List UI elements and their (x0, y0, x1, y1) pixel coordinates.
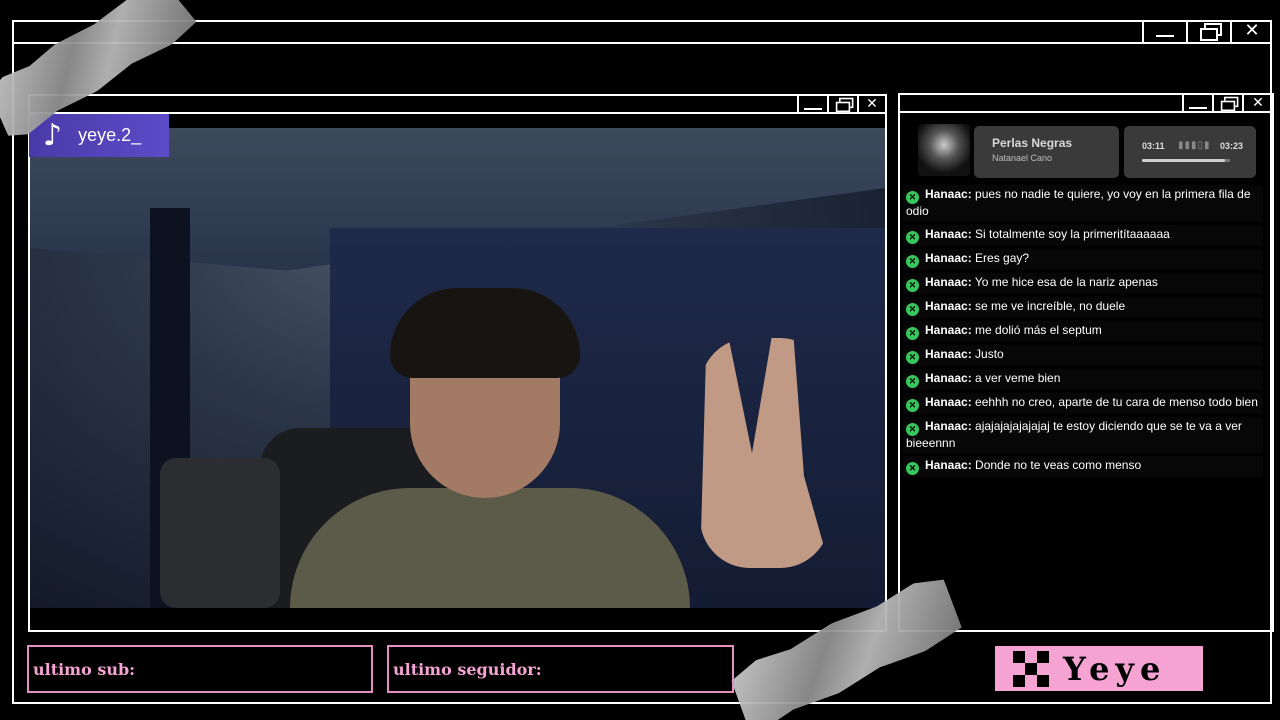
camera-close-icon: ✕ (857, 96, 885, 112)
camera-minimize-icon (797, 96, 827, 112)
chat-badge-icon: ✕ (906, 302, 919, 316)
chat-text: Yo me hice esa de la nariz apenas (974, 274, 1158, 289)
song-title: Perlas Negras (992, 136, 1073, 150)
camera-maximize-icon (827, 96, 857, 112)
chat-username: Hanaac: (925, 250, 972, 265)
streamer-username: yeye.2_ (78, 125, 142, 145)
chat-close-icon: ✕ (1242, 95, 1272, 111)
chat-message-list: ✕ Hanaac: pues no nadie te quiere, yo voy… (903, 185, 1263, 480)
chat-message: ✕ Hanaac: Justo (903, 344, 1263, 366)
last-follower-label: ultimo seguidor: (393, 659, 542, 679)
chat-message: ✕ Hanaac: a ver veme bien (903, 368, 1263, 390)
chat-username: Hanaac: (925, 394, 972, 409)
chat-maximize-icon (1212, 95, 1242, 111)
chat-message: ✕ Hanaac: pues no nadie te quiere, yo voy… (903, 185, 1263, 222)
time-elapsed: 03:11 (1142, 141, 1165, 151)
brand-name: Yeye (1063, 649, 1167, 688)
chat-badge-icon: ✕ (906, 278, 919, 292)
chat-text: Donde no te veas como menso (975, 458, 1142, 472)
chat-badge-icon: ✕ (906, 230, 919, 244)
time-total: 03:23 (1220, 141, 1244, 151)
chat-username: Hanaac: (925, 187, 972, 201)
outer-window-titlebar: ✕ (12, 20, 1272, 44)
chat-badge-icon: ✕ (906, 374, 919, 388)
chat-badge-icon: ✕ (906, 462, 919, 475)
chat-minimize-icon (1182, 95, 1212, 111)
outer-close-icon: ✕ (1230, 20, 1272, 42)
chat-badge-icon: ✕ (906, 326, 919, 340)
chat-message: ✕ Hanaac: se me ve increíble, no duele (903, 296, 1263, 318)
webcam-feed (30, 128, 885, 608)
outer-minimize-icon (1142, 20, 1186, 42)
last-sub-box: ultimo sub: (27, 645, 373, 693)
tiktok-icon: ♪ (43, 117, 63, 153)
chat-username: Hanaac: (925, 370, 972, 385)
progress-track (1142, 159, 1230, 162)
chat-username: Hanaac: (925, 226, 972, 241)
song-artist: Natanael Cano (992, 153, 1053, 163)
chat-badge-icon: ✕ (906, 191, 919, 204)
chat-text: se me ve increíble, no duele (975, 298, 1126, 313)
chat-message: ✕ Hanaac: ajajajajajajajaj te estoy dicie… (903, 416, 1263, 453)
chat-text: Eres gay? (975, 250, 1030, 265)
now-playing-card: Perlas Negras Natanael Cano (974, 126, 1119, 178)
chat-text: me dolió más el septum (975, 322, 1102, 337)
chat-message: ✕ Hanaac: Eres gay? (903, 248, 1263, 270)
checker-icon (1013, 650, 1049, 687)
chat-message: ✕ Hanaac: me dolió más el septum (903, 320, 1263, 342)
chat-text: eehhh no creo, aparte de tu cara de mens… (975, 394, 1258, 409)
chat-message: ✕ Hanaac: Yo me hice esa de la nariz apen… (903, 272, 1263, 294)
chat-text: Si totalmente soy la primeritítaaaaaa (975, 226, 1170, 241)
chat-message: ✕ Hanaac: Si totalmente soy la primeritít… (903, 224, 1263, 246)
tiktok-username-badge: ♪ yeye.2_ (29, 114, 169, 157)
chat-username: Hanaac: (925, 322, 972, 337)
album-art (918, 124, 970, 176)
waveform-icon: ▮▮▮▯▮ (1178, 140, 1211, 151)
progress-fill (1142, 159, 1225, 162)
chat-badge-icon: ✕ (906, 254, 919, 268)
chat-username: Hanaac: (925, 274, 972, 289)
chat-badge-icon: ✕ (906, 350, 919, 364)
chat-username: Hanaac: (925, 418, 972, 433)
chat-username: Hanaac: (925, 346, 972, 361)
chat-username: Hanaac: (925, 458, 972, 472)
chat-badge-icon: ✕ (906, 422, 919, 436)
camera-window-titlebar: ✕ (28, 94, 887, 114)
last-sub-label: ultimo sub: (33, 659, 136, 679)
chat-text: Justo (975, 346, 1004, 361)
last-follower-box: ultimo seguidor: (387, 645, 734, 693)
chat-message: ✕ Hanaac: eehhh no creo, aparte de tu car… (903, 392, 1263, 414)
chat-username: Hanaac: (925, 298, 972, 313)
chat-window-titlebar: ✕ (898, 93, 1274, 113)
brand-logo: Yeye (995, 646, 1203, 691)
chat-message: ✕ Hanaac: Donde no te veas como menso (903, 456, 1263, 477)
chat-text: a ver veme bien (975, 370, 1061, 385)
chat-badge-icon: ✕ (906, 398, 919, 412)
now-playing-progress: 03:11 ▮▮▮▯▮ 03:23 (1124, 126, 1256, 178)
outer-maximize-icon (1186, 20, 1230, 42)
